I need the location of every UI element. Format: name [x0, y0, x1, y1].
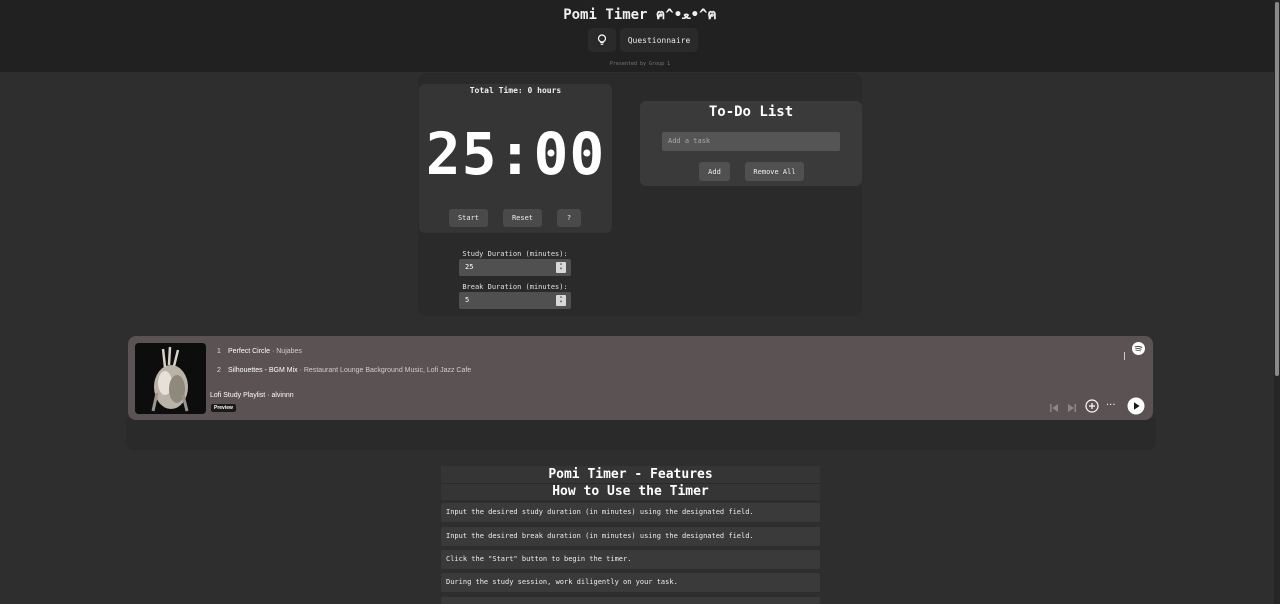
skip-previous-icon[interactable] — [1049, 403, 1059, 413]
skip-next-icon[interactable] — [1067, 403, 1077, 413]
break-duration-stepper[interactable]: ▴ ▾ — [556, 295, 566, 306]
add-task-button[interactable]: Add — [699, 162, 730, 181]
album-art[interactable] — [135, 343, 206, 414]
lightbulb-icon — [597, 34, 607, 45]
feature-item-partial — [441, 597, 820, 604]
features-title: Pomi Timer - Features — [548, 467, 713, 482]
feature-item: During the study session, work diligentl… — [441, 573, 820, 592]
spotify-logo-icon[interactable] — [1132, 342, 1145, 355]
start-button[interactable]: Start — [449, 209, 488, 227]
break-duration-label: Break Duration (minutes): — [462, 283, 568, 291]
questionnaire-button[interactable]: Questionnaire — [620, 28, 698, 52]
page-scrollbar-thumb[interactable] — [1275, 2, 1279, 376]
study-duration-label: Study Duration (minutes): — [462, 250, 568, 258]
remove-all-button[interactable]: Remove All — [745, 162, 804, 181]
preview-badge: Preview — [211, 404, 236, 412]
reset-button[interactable]: Reset — [503, 209, 542, 227]
break-duration-value: 5 — [465, 296, 470, 304]
study-duration-stepper[interactable]: ▴ ▾ — [556, 262, 566, 273]
task-input[interactable]: Add a task — [662, 132, 840, 151]
track-number: 2 — [217, 367, 221, 374]
spotify-embed-frame — [126, 418, 1156, 450]
todo-title: To-Do List — [708, 104, 794, 120]
timer-display: 25:00 — [425, 120, 606, 188]
play-icon[interactable] — [1127, 397, 1145, 415]
track-row[interactable]: 1 Perfect Circle · Nujabes — [217, 348, 302, 355]
help-button[interactable]: ? — [557, 209, 581, 227]
playlist-name[interactable]: Lofi Study Playlist · alvinnn — [210, 392, 294, 399]
study-duration-input[interactable]: 25 ▴ ▾ — [459, 259, 571, 276]
track-title: Perfect Circle — [228, 348, 271, 355]
track-row[interactable]: 2 Silhouettes - BGM Mix · Restaurant Loun… — [217, 367, 471, 374]
track-artist: Restaurant Lounge Background Music, Lofi… — [303, 367, 472, 374]
total-time-label: Total Time: 0 hours — [469, 86, 562, 95]
features-subtitle: How to Use the Timer — [552, 484, 709, 499]
track-number: 1 — [217, 348, 221, 355]
break-duration-input[interactable]: 5 ▴ ▾ — [459, 292, 571, 309]
presented-by-text: Presented by Group 1 — [609, 61, 671, 67]
more-icon[interactable]: ··· — [1106, 400, 1116, 411]
track-artist: Nujabes — [276, 348, 302, 355]
study-duration-value: 25 — [465, 263, 474, 271]
theme-toggle-button[interactable] — [588, 28, 616, 52]
feature-item: Input the desired study duration (in min… — [441, 503, 820, 522]
app-title: Pomi Timer ฅ^•ﻌ•^ฅ — [563, 7, 717, 23]
add-circle-icon[interactable] — [1085, 399, 1099, 413]
feature-item: Click the "Start" button to begin the ti… — [441, 550, 820, 569]
feature-item: Input the desired break duration (in min… — [441, 527, 820, 546]
album-art-image — [135, 343, 206, 414]
track-list-scrollbar[interactable] — [1124, 352, 1125, 360]
track-title: Silhouettes - BGM Mix — [228, 367, 298, 374]
